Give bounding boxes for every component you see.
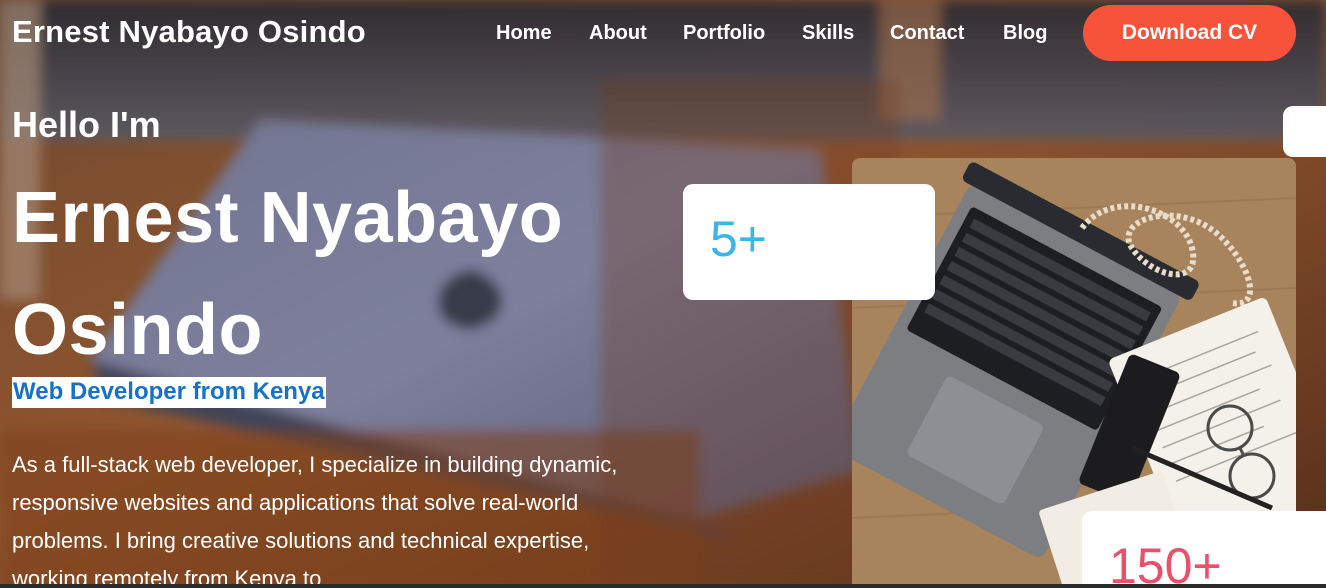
brand-logo-text[interactable]: Ernest Nyabayo Osindo xyxy=(12,14,366,50)
stat-card-partial xyxy=(1283,106,1326,157)
nav-link-skills[interactable]: Skills xyxy=(802,22,854,45)
hero-greeting: Hello I'm xyxy=(12,104,161,145)
nav-link-contact[interactable]: Contact xyxy=(890,22,964,45)
stat-card-years: 5+ xyxy=(683,184,935,300)
page: Ernest Nyabayo Osindo Home About Portfol… xyxy=(0,0,1326,588)
hero-bio-paragraph: As a full-stack web developer, I special… xyxy=(12,452,618,588)
hero-name-heading: Ernest Nyabayo Osindo xyxy=(12,178,564,370)
nav-link-blog[interactable]: Blog xyxy=(1003,22,1047,45)
stat-projects-value: 150+ xyxy=(1109,538,1222,588)
stat-years-value: 5+ xyxy=(710,211,768,267)
download-cv-button[interactable]: Download CV xyxy=(1083,5,1296,61)
top-navigation: Ernest Nyabayo Osindo Home About Portfol… xyxy=(0,0,1326,70)
nav-link-portfolio[interactable]: Portfolio xyxy=(683,22,765,45)
nav-link-about[interactable]: About xyxy=(589,22,647,45)
nav-link-home[interactable]: Home xyxy=(496,22,552,45)
stat-card-projects: 150+ xyxy=(1082,511,1326,588)
window-bottom-edge xyxy=(0,584,1326,588)
hero-role-highlight: Web Developer from Kenya xyxy=(12,377,326,408)
